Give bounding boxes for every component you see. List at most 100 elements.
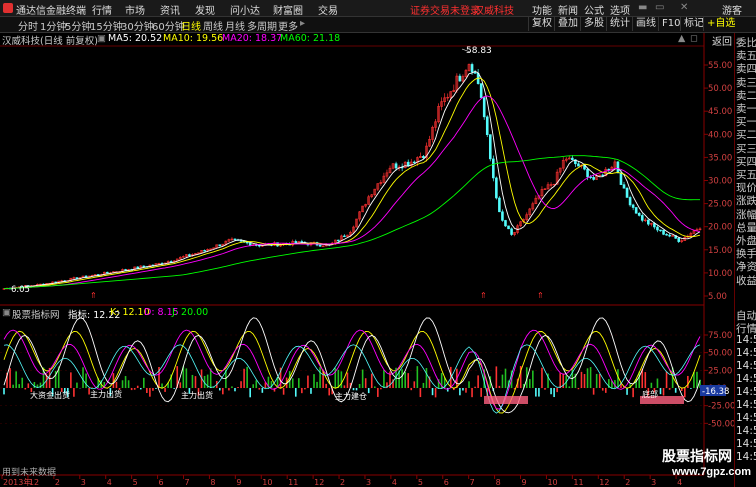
zone-box (484, 396, 528, 404)
side-panel-time: 14:5 (736, 412, 756, 424)
candle-body (628, 197, 632, 206)
candle-body (507, 225, 510, 230)
x-tick-label: 11 (288, 478, 298, 487)
candle-body (406, 161, 410, 166)
x-tick-label: 7 (184, 478, 189, 487)
ind-y-tick-label: -50.00 (708, 419, 734, 429)
indicator-settings-icon[interactable]: ▣ (2, 307, 11, 318)
x-tick-label: 4 (677, 478, 682, 487)
candle-body (571, 157, 574, 161)
x-tick-label: 6 (444, 478, 449, 487)
candle-body (142, 265, 146, 268)
x-tick-label: 8 (496, 478, 501, 487)
candle-body (677, 237, 681, 242)
candle-body (634, 207, 638, 214)
ma5-line (3, 70, 701, 290)
x-tick-label: 2 (625, 478, 630, 487)
side-panel-time: 14:5 (736, 386, 756, 398)
signal-label-4: 主力建仓 (335, 391, 367, 401)
x-tick-label: 12 (314, 478, 324, 487)
candle-body (248, 242, 252, 246)
candle-body (495, 177, 498, 199)
side-panel-time: 14:5 (736, 347, 756, 359)
candle-body (510, 228, 513, 235)
x-tick-label: 11 (573, 478, 583, 487)
candle-body (637, 212, 641, 216)
candle-body (188, 254, 191, 257)
x-tick-label: 3 (651, 478, 656, 487)
x-tick-label: 9 (236, 478, 241, 487)
x-axis: 2013年12 2 3 4 5 6 7 8 9 10 11 12 2 3 4 5 6 7 8 9 10 11 12 2 3 4 (1, 475, 682, 487)
signal-label-2: 主力出货 (90, 389, 122, 399)
y-tick-label: 25.00 (708, 200, 732, 210)
candle-body (601, 174, 605, 177)
y-tick-label: 50.00 (708, 84, 732, 94)
x-tick-label: 3 (366, 478, 371, 487)
candle-body (458, 75, 462, 82)
x-tick-label: 12 (599, 478, 609, 487)
candle-body (488, 134, 492, 160)
x-tick-label: 3 (81, 478, 86, 487)
signal-mark: ⇑ (537, 291, 544, 300)
signal-label-5: 底部 (642, 389, 658, 399)
ind-y-tick-label: 75.00 (708, 331, 732, 341)
moving-averages (3, 70, 701, 290)
candle-body (498, 197, 501, 213)
indicator-current-value: -16.38 (702, 387, 729, 397)
signal-label-1: 大资金出货 (30, 390, 70, 400)
side-panel-time: 14:5 (736, 438, 756, 450)
candle-body (659, 229, 662, 232)
candle-body (337, 239, 340, 242)
candle-body (653, 223, 656, 228)
x-tick-label: 2 (55, 478, 60, 487)
candle-body (233, 238, 237, 241)
future-data-note: 用到未来数据 (2, 468, 57, 478)
signal-mark: ⇑ (90, 291, 97, 300)
y-tick-label: 55.00 (708, 61, 732, 71)
x-tick-label: 2013年 (3, 477, 31, 487)
candle-body (106, 271, 109, 274)
watermark-text: 股票指标网 (662, 448, 732, 464)
y-tick-label: 10.00 (708, 269, 732, 279)
x-tick-label: 9 (522, 478, 527, 487)
y-tick-label: 45.00 (708, 107, 732, 117)
high-price-label: 58.83 (466, 46, 492, 56)
candle-body (343, 235, 346, 238)
candle-body (482, 97, 486, 118)
side-panel-time: 14:5 (736, 334, 756, 346)
x-tick-label: 5 (418, 478, 423, 487)
side-panel-time: 14:5 (736, 373, 756, 385)
candle-body (492, 158, 495, 179)
ind-y-tick-label: 50.00 (708, 349, 732, 359)
x-tick-label: 4 (392, 478, 397, 487)
x-tick-label: 10 (547, 478, 557, 487)
aux-line (3, 344, 701, 414)
candle-body (647, 219, 650, 225)
chart-area[interactable]: ⇑ ⇑ ⇑ 55.0050.0045.0040.0035.0030.0025.002… (0, 0, 734, 487)
indicator-y-axis: 75.0050.0025.000.00-25.00-50.00 (704, 331, 734, 429)
side-panel-time: 14:5 (736, 451, 756, 463)
x-tick-label: 4 (107, 478, 112, 487)
j-value: J: 20.00 (172, 307, 209, 318)
watermark-url: www.7gpz.com (672, 466, 752, 478)
ind-y-tick-label: 25.00 (708, 366, 732, 376)
candle-body (592, 177, 595, 180)
x-tick-label: 8 (210, 478, 215, 487)
signal-label-3: 主力出货 (181, 390, 213, 400)
signal-mark: ⇑ (480, 291, 487, 300)
candle-body (622, 184, 626, 189)
candle-body (656, 226, 659, 231)
candle-body (619, 172, 623, 185)
ma10-line (3, 77, 701, 290)
candle-body (665, 234, 668, 236)
side-panel-time: 14:5 (736, 360, 756, 372)
candle-body (318, 244, 322, 247)
candle-body (631, 204, 635, 208)
x-tick-label: 6 (159, 478, 164, 487)
candle-body (470, 64, 474, 73)
y-tick-label: 30.00 (708, 177, 732, 187)
candle-body (625, 187, 629, 198)
x-tick-label: 5 (133, 478, 138, 487)
candle-body (218, 244, 222, 247)
candle-body (577, 163, 580, 167)
